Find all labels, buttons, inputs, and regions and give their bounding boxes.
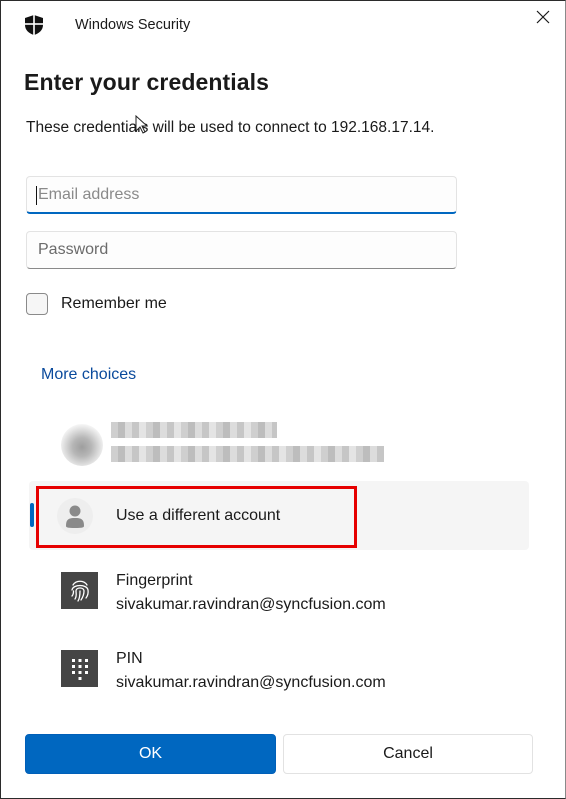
ok-button[interactable]: OK	[25, 734, 276, 774]
fingerprint-option[interactable]	[56, 564, 456, 619]
redacted-account-name	[111, 422, 277, 438]
windows-security-dialog: Windows Security Enter your credentials …	[0, 0, 566, 799]
email-address-input[interactable]	[26, 176, 457, 214]
annotation-highlight-box	[36, 486, 357, 548]
redacted-account-email	[111, 446, 384, 462]
shield-icon	[25, 15, 43, 35]
avatar-icon	[61, 424, 103, 466]
mouse-cursor-icon	[135, 115, 149, 134]
remember-me-label: Remember me	[61, 295, 167, 312]
remember-me-checkbox[interactable]	[26, 293, 48, 315]
close-icon	[536, 10, 550, 24]
cancel-button[interactable]: Cancel	[283, 734, 533, 774]
dialog-description: These credentials will be used to connec…	[26, 119, 435, 136]
title-bar: Windows Security	[1, 1, 565, 51]
pin-option[interactable]	[56, 642, 456, 697]
text-caret	[36, 186, 37, 205]
dialog-heading: Enter your credentials	[24, 69, 270, 95]
redacted-account-option[interactable]	[51, 414, 431, 474]
more-choices-link[interactable]: More choices	[41, 366, 136, 384]
close-button[interactable]	[523, 1, 563, 33]
selection-indicator	[30, 503, 34, 527]
remember-me[interactable]: Remember me	[26, 293, 167, 315]
app-title: Windows Security	[75, 17, 191, 33]
password-input[interactable]	[26, 231, 457, 269]
